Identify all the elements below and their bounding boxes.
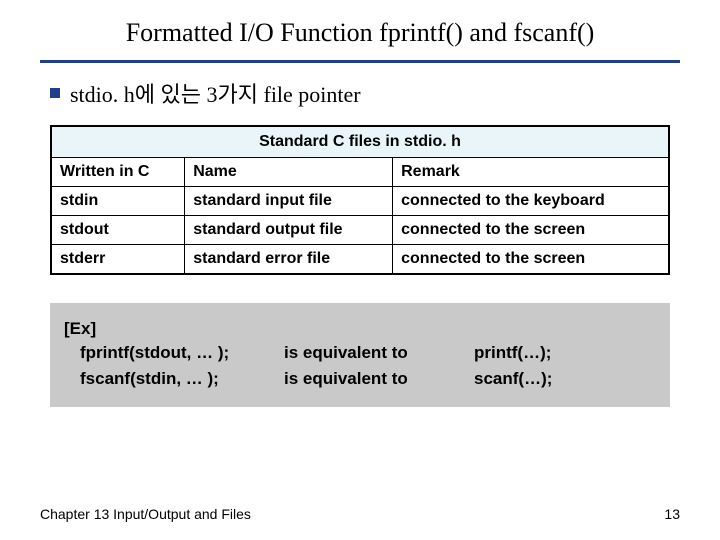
- example-code: fprintf(stdout, … );: [64, 343, 284, 363]
- table-caption: Standard C files in stdio. h: [51, 126, 669, 158]
- stdio-table: Standard C files in stdio. h Written in …: [50, 125, 670, 275]
- col-header: Remark: [393, 158, 669, 187]
- col-header: Name: [185, 158, 393, 187]
- example-label: [Ex]: [64, 319, 656, 339]
- table-cell: stderr: [51, 245, 185, 275]
- page-number: 13: [664, 506, 680, 522]
- table-cell: standard input file: [185, 187, 393, 216]
- table-row: stderr standard error file connected to …: [51, 245, 669, 275]
- slide: Formatted I/O Function fprintf() and fsc…: [0, 0, 720, 540]
- table-cell: stdin: [51, 187, 185, 216]
- footer-left: Chapter 13 Input/Output and Files: [40, 506, 251, 522]
- table-cell: stdout: [51, 216, 185, 245]
- table-row: stdin standard input file connected to t…: [51, 187, 669, 216]
- col-header: Written in C: [51, 158, 185, 187]
- title-rule: [40, 60, 680, 63]
- bullet-text: stdio. h에 있는 3가지 file pointer: [70, 77, 361, 109]
- example-mid: is equivalent to: [284, 369, 474, 389]
- table-cell: standard output file: [185, 216, 393, 245]
- table-cell: standard error file: [185, 245, 393, 275]
- square-bullet-icon: [50, 88, 60, 98]
- page-title: Formatted I/O Function fprintf() and fsc…: [40, 18, 680, 56]
- table-cell: connected to the screen: [393, 216, 669, 245]
- table-header-row: Written in C Name Remark: [51, 158, 669, 187]
- example-box: [Ex] fprintf(stdout, … ); is equivalent …: [50, 303, 670, 407]
- slide-footer: Chapter 13 Input/Output and Files 13: [40, 506, 680, 522]
- example-code: fscanf(stdin, … );: [64, 369, 284, 389]
- table-cell: connected to the screen: [393, 245, 669, 275]
- example-equiv: scanf(…);: [474, 369, 624, 389]
- bullet-item: stdio. h에 있는 3가지 file pointer: [50, 77, 680, 109]
- table-row: stdout standard output file connected to…: [51, 216, 669, 245]
- example-mid: is equivalent to: [284, 343, 474, 363]
- example-grid: fprintf(stdout, … ); is equivalent to pr…: [64, 343, 656, 389]
- example-equiv: printf(…);: [474, 343, 624, 363]
- table-cell: connected to the keyboard: [393, 187, 669, 216]
